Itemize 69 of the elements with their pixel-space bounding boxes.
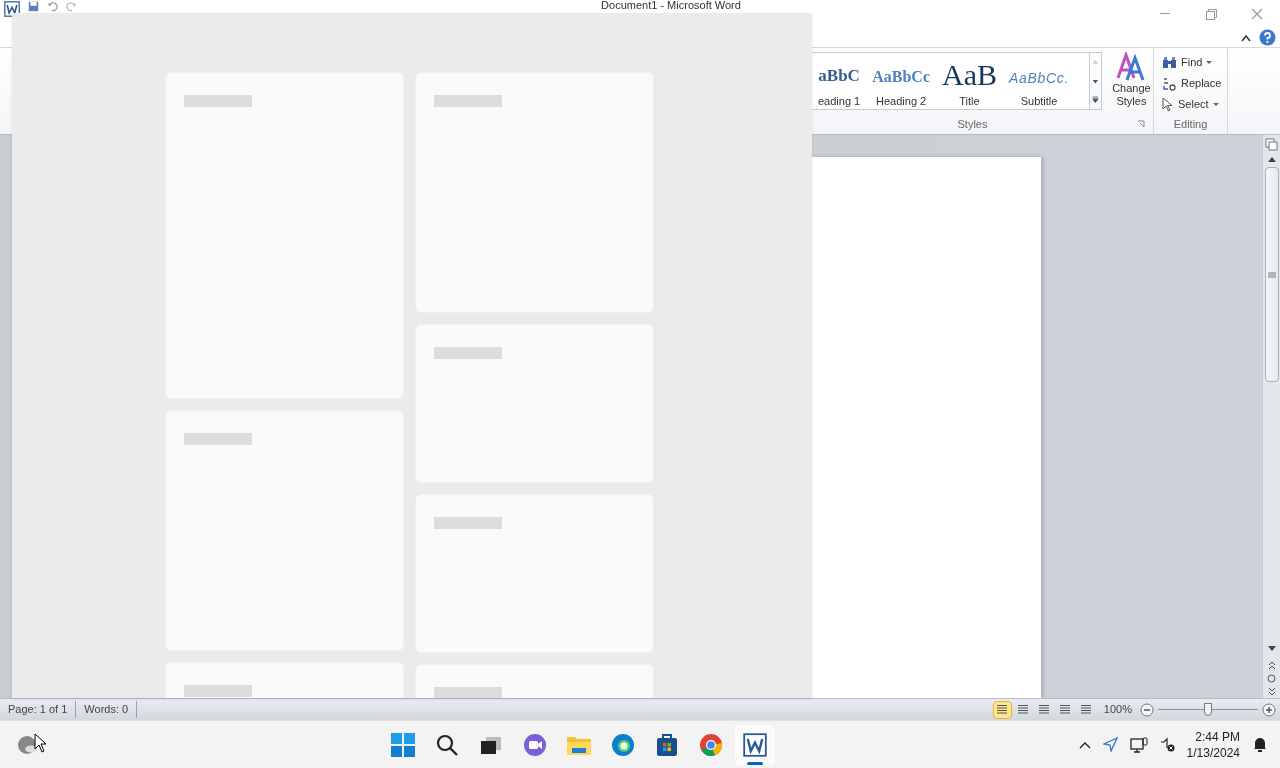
word-count[interactable]: Words: 0	[76, 701, 138, 718]
style-label: eading 1	[818, 93, 861, 109]
taskbar-app-button[interactable]	[735, 724, 776, 765]
scrollbar-thumb[interactable]	[1264, 167, 1279, 383]
search-icon	[435, 732, 460, 757]
page-lines-icon	[996, 704, 1009, 715]
style-preview: AaB	[942, 60, 997, 89]
style-gallery-item[interactable]: aBbC eading 1	[812, 53, 867, 109]
zoom-slider-thumb[interactable]	[1204, 702, 1212, 716]
group-label: Editing	[1173, 116, 1208, 132]
restore-icon	[1205, 8, 1217, 20]
editing-button[interactable]: Select	[1162, 95, 1227, 114]
cursor-icon	[1162, 97, 1174, 112]
style-gallery-item[interactable]: AaBbCc Heading 2	[866, 53, 936, 109]
change-styles-button[interactable]: Change Styles	[1109, 52, 1153, 108]
scroll-up-arrow-icon[interactable]	[1266, 155, 1277, 163]
style-label: Subtitle	[1020, 93, 1058, 109]
chevron-up-icon[interactable]	[1078, 740, 1091, 749]
zoom-level[interactable]: 100%	[1103, 701, 1132, 718]
page-lines-icon	[1017, 704, 1030, 715]
previous-page-icon[interactable]	[1267, 661, 1276, 670]
clock[interactable]: 2:44 PM 1/13/2024	[1186, 728, 1240, 761]
location-arrow-icon[interactable]	[1102, 737, 1118, 752]
store-icon	[655, 732, 680, 757]
browse-object-icon[interactable]	[1267, 674, 1276, 683]
mouse-cursor-icon	[34, 732, 47, 753]
group-label: Styles	[957, 116, 988, 132]
close-icon	[1251, 8, 1263, 20]
network-icon[interactable]	[1129, 736, 1148, 753]
video-chat-icon	[523, 732, 548, 757]
page-lines-icon	[1038, 704, 1051, 715]
editing-button[interactable]: Find	[1162, 53, 1227, 72]
task-view-icon	[480, 734, 503, 755]
replace-icon	[1162, 76, 1177, 91]
scroll-down-arrow-icon[interactable]	[1266, 645, 1277, 653]
style-preview: aBbC	[818, 65, 860, 87]
muted-speaker-icon[interactable]	[1159, 737, 1175, 752]
browser-icon	[611, 732, 636, 757]
style-label: Title	[959, 93, 980, 109]
style-preview: AaBbCc	[872, 66, 930, 87]
chrome-icon	[699, 732, 724, 757]
binoculars-icon	[1162, 56, 1177, 69]
style-label: Heading 2	[876, 93, 927, 109]
minimize-icon	[1160, 13, 1170, 15]
save-icon[interactable]	[28, 1, 39, 12]
page-lines-icon	[1080, 704, 1093, 715]
active-indicator	[747, 761, 764, 765]
word-icon[interactable]	[743, 732, 768, 757]
dropdown-caret-icon	[1212, 102, 1219, 107]
ruler-toggle-icon[interactable]	[1265, 137, 1278, 151]
view-button[interactable]	[992, 700, 1012, 719]
undo-icon[interactable]	[47, 1, 58, 12]
help-icon[interactable]	[1259, 29, 1276, 46]
window-title: Document1 - Microsoft Word	[601, 0, 741, 13]
page-count[interactable]: Page: 1 of 1	[0, 701, 77, 718]
windows-logo-icon	[391, 732, 416, 757]
grip-icon	[1267, 271, 1276, 278]
notification-bell-icon[interactable]	[1252, 736, 1268, 753]
zoom-out-icon[interactable]	[1140, 702, 1154, 717]
style-gallery-item[interactable]: AaB Title	[936, 53, 1003, 109]
dropdown-caret-icon	[1206, 60, 1213, 65]
page-lines-icon	[1059, 704, 1072, 715]
dialog-launcher-icon[interactable]	[1137, 120, 1145, 128]
next-page-icon[interactable]	[1267, 687, 1276, 696]
collapse-ribbon-icon[interactable]	[1241, 33, 1251, 42]
style-gallery-item[interactable]: AaBbCc. Subtitle	[1003, 53, 1076, 109]
editing-button[interactable]: Replace	[1162, 74, 1227, 93]
style-preview: AaBbCc.	[1009, 68, 1070, 88]
zoom-in-icon[interactable]	[1262, 702, 1276, 717]
